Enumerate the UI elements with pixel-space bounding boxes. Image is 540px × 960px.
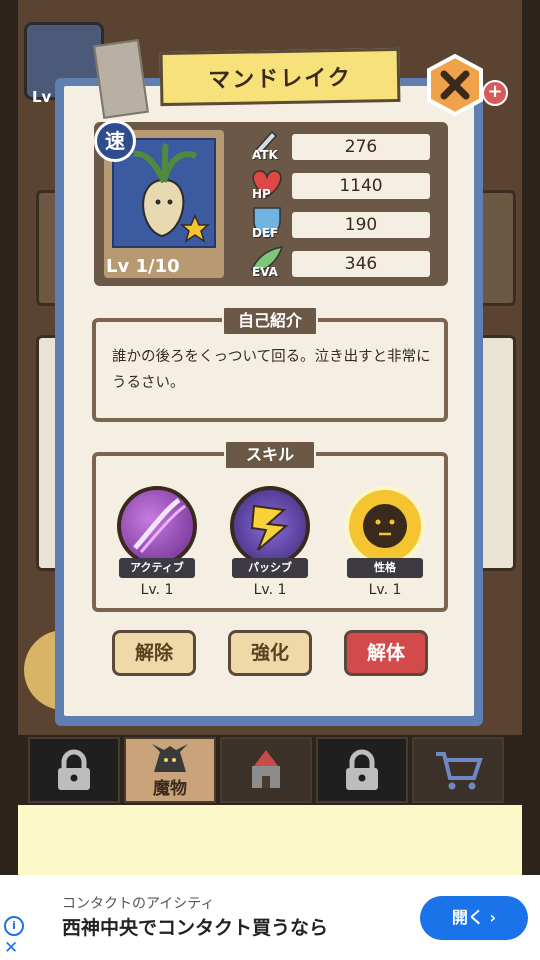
stat-value: 276: [292, 134, 430, 160]
stat-value: 346: [292, 251, 430, 277]
level-label: Lv 1/10: [106, 256, 180, 277]
monster-head-icon: [152, 743, 188, 772]
info-icon[interactable]: i: [4, 916, 24, 936]
speed-badge: 速: [94, 120, 136, 162]
nav-tab-locked[interactable]: [316, 737, 408, 803]
intro-heading: 自己紹介: [222, 306, 318, 336]
stat-label: DEF: [252, 226, 279, 240]
lightning-icon: [230, 486, 310, 566]
lock-icon: [58, 749, 90, 790]
chevron-right-icon: ›: [489, 908, 497, 927]
stat-eva: EVA 346: [246, 246, 436, 279]
ad-open-label: 開く: [451, 908, 484, 927]
stat-atk: ATK 276: [246, 130, 436, 162]
stat-value: 190: [292, 212, 430, 238]
nav-tab-locked[interactable]: [28, 737, 120, 803]
avatar-level-label: Lv: [32, 88, 52, 106]
dismantle-button[interactable]: 解体: [344, 630, 428, 676]
close-icon: [427, 53, 483, 117]
skill-level: Lv. 1: [140, 582, 174, 598]
skill-level: Lv. 1: [253, 582, 287, 598]
title-banner: マンドレイク: [159, 47, 401, 107]
skill-passive[interactable]: パッシブ Lv. 1: [220, 486, 320, 602]
bottom-nav: 魔物: [18, 735, 522, 805]
stat-value: 1140: [292, 173, 430, 199]
intro-text: 誰かの後ろをくっついて回る。泣き出すと非常にうるさい。: [112, 349, 431, 391]
star-icon: [179, 214, 211, 244]
ad-title: 西神中央でコンタクト買うなら: [62, 917, 329, 939]
skill-active[interactable]: アクティブ Lv. 1: [107, 486, 207, 602]
slash-icon: [117, 486, 197, 566]
strengthen-button[interactable]: 強化: [228, 630, 312, 676]
background-left: [0, 0, 18, 960]
release-button[interactable]: 解除: [112, 630, 196, 676]
castle-icon: [252, 750, 280, 788]
dialog-title: マンドレイク: [208, 65, 353, 94]
nav-label-monster: 魔物: [153, 778, 187, 799]
background-right: [522, 0, 540, 960]
face-icon: [345, 486, 425, 566]
stat-label: HP: [252, 187, 271, 201]
stat-def: DEF 190: [246, 207, 436, 240]
nav-tab-monster[interactable]: 魔物: [124, 737, 216, 803]
nav-tab-shop[interactable]: [412, 737, 504, 803]
close-icon[interactable]: ✕: [4, 938, 18, 958]
skill-tag: パッシブ: [232, 558, 308, 578]
close-button[interactable]: [424, 53, 486, 117]
cart-icon: [436, 752, 483, 790]
skill-heading: スキル: [224, 440, 316, 470]
skill-tag: アクティブ: [119, 558, 195, 578]
skill-personality[interactable]: 性格 Lv. 1: [335, 486, 435, 602]
stat-label: EVA: [252, 265, 278, 279]
ad-open-button[interactable]: 開く ›: [420, 896, 528, 940]
stat-hp: HP 1140: [246, 169, 436, 201]
skill-tag: 性格: [347, 558, 423, 578]
ad-subtitle: コンタクトのアイシティ: [62, 896, 215, 912]
stat-label: ATK: [252, 148, 278, 162]
yellow-band: [18, 805, 522, 875]
lock-icon: [346, 749, 378, 790]
skill-level: Lv. 1: [368, 582, 402, 598]
nav-tab-castle[interactable]: [220, 737, 312, 803]
